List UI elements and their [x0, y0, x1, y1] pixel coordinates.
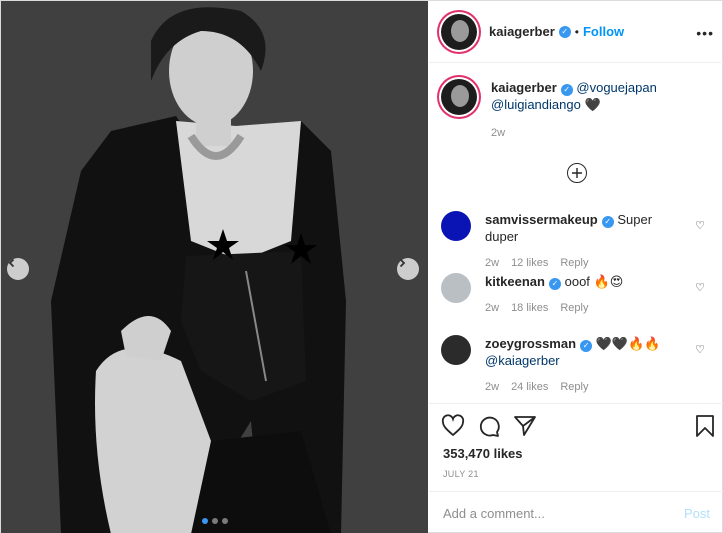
comment-likes[interactable]: 18 likes	[511, 302, 548, 314]
comments-list[interactable]: kaiagerber ✓ @voguejapan @luigiandiango 🖤…	[429, 63, 723, 403]
comment-age[interactable]: 2w	[485, 302, 499, 314]
comment-username[interactable]: samvissermakeup	[485, 212, 598, 227]
plus-icon	[572, 168, 582, 178]
comment-avatar[interactable]	[441, 273, 471, 303]
comment-mention[interactable]: @kaiagerber	[485, 353, 560, 368]
post-side-panel: kaiagerber ✓ • Follow ••• kaiagerber ✓ @v…	[429, 1, 723, 533]
post-date[interactable]: JULY 21	[443, 469, 479, 479]
comment-likes[interactable]: 24 likes	[511, 381, 548, 393]
verified-badge-icon: ✓	[558, 25, 571, 38]
comment-icon[interactable]	[477, 414, 501, 438]
comment-item: samvissermakeup ✓ Super duper 2w 12 likes R…	[441, 211, 721, 272]
add-comment-input[interactable]: Add a comment...	[443, 506, 684, 521]
carousel-dot	[221, 518, 228, 524]
carousel-dot	[211, 518, 218, 524]
load-more-comments-button[interactable]	[567, 163, 587, 183]
reply-button[interactable]: Reply	[560, 302, 588, 314]
like-comment-heart-icon[interactable]: ♡	[695, 219, 705, 232]
photo-illustration	[1, 1, 428, 533]
post-caption: kaiagerber ✓ @voguejapan @luigiandiango 🖤…	[441, 79, 671, 142]
comment-username[interactable]: zoeygrossman	[485, 336, 576, 351]
previous-image-button[interactable]	[7, 258, 29, 280]
post-photo[interactable]	[1, 1, 428, 533]
reply-button[interactable]: Reply	[560, 381, 588, 393]
carousel-indicator	[1, 518, 428, 524]
carousel-dot	[201, 518, 208, 524]
verified-badge-icon: ✓	[560, 84, 573, 96]
more-options-icon[interactable]: •••	[696, 25, 714, 41]
caption-username[interactable]: kaiagerber	[491, 80, 557, 95]
post-header: kaiagerber ✓ • Follow •••	[429, 1, 723, 63]
comment-likes[interactable]: 12 likes	[511, 257, 548, 269]
comment-avatar[interactable]	[441, 211, 471, 241]
bookmark-icon[interactable]	[694, 414, 716, 438]
heart-icon[interactable]	[441, 414, 465, 438]
instagram-post-window: kaiagerber ✓ • Follow ••• kaiagerber ✓ @v…	[0, 0, 723, 533]
verified-badge-icon: ✓	[601, 216, 614, 228]
comment-item: zoeygrossman ✓ 🖤🖤🔥🔥 @kaiagerber 2w 24 like…	[441, 335, 721, 396]
caption-mention[interactable]: @voguejapan	[576, 80, 656, 95]
follow-button[interactable]: Follow	[583, 24, 624, 39]
caption-age[interactable]: 2w	[491, 125, 671, 142]
post-actions: 353,470 likes JULY 21	[429, 403, 723, 491]
author-username[interactable]: kaiagerber	[489, 24, 555, 39]
verified-badge-icon: ✓	[548, 278, 561, 290]
reply-button[interactable]: Reply	[560, 257, 588, 269]
likes-count[interactable]: 353,470 likes	[443, 446, 523, 461]
caption-mention[interactable]: @luigiandiango	[491, 97, 581, 112]
share-icon[interactable]	[513, 414, 537, 438]
comment-age[interactable]: 2w	[485, 257, 499, 269]
caption-emoji: 🖤	[584, 97, 601, 112]
chevron-left-icon	[8, 258, 15, 268]
next-image-button[interactable]	[397, 258, 419, 280]
comment-username[interactable]: kitkeenan	[485, 274, 545, 289]
separator: •	[574, 24, 579, 39]
comment-avatar[interactable]	[441, 335, 471, 365]
comment-composer: Add a comment... Post	[429, 491, 723, 533]
like-comment-heart-icon[interactable]: ♡	[695, 343, 705, 356]
comment-item: kitkeenan ✓ ooof 🔥😍 2w 18 likes Reply ♡	[441, 273, 721, 317]
caption-avatar[interactable]	[441, 79, 477, 115]
like-comment-heart-icon[interactable]: ♡	[695, 281, 705, 294]
post-comment-button[interactable]: Post	[684, 506, 710, 521]
comment-text: 🖤🖤🔥🔥	[595, 336, 661, 351]
comment-text: ooof 🔥😍	[564, 274, 624, 289]
verified-badge-icon: ✓	[580, 340, 593, 352]
chevron-right-icon	[399, 258, 406, 268]
author-avatar[interactable]	[441, 13, 477, 50]
comment-age[interactable]: 2w	[485, 381, 499, 393]
